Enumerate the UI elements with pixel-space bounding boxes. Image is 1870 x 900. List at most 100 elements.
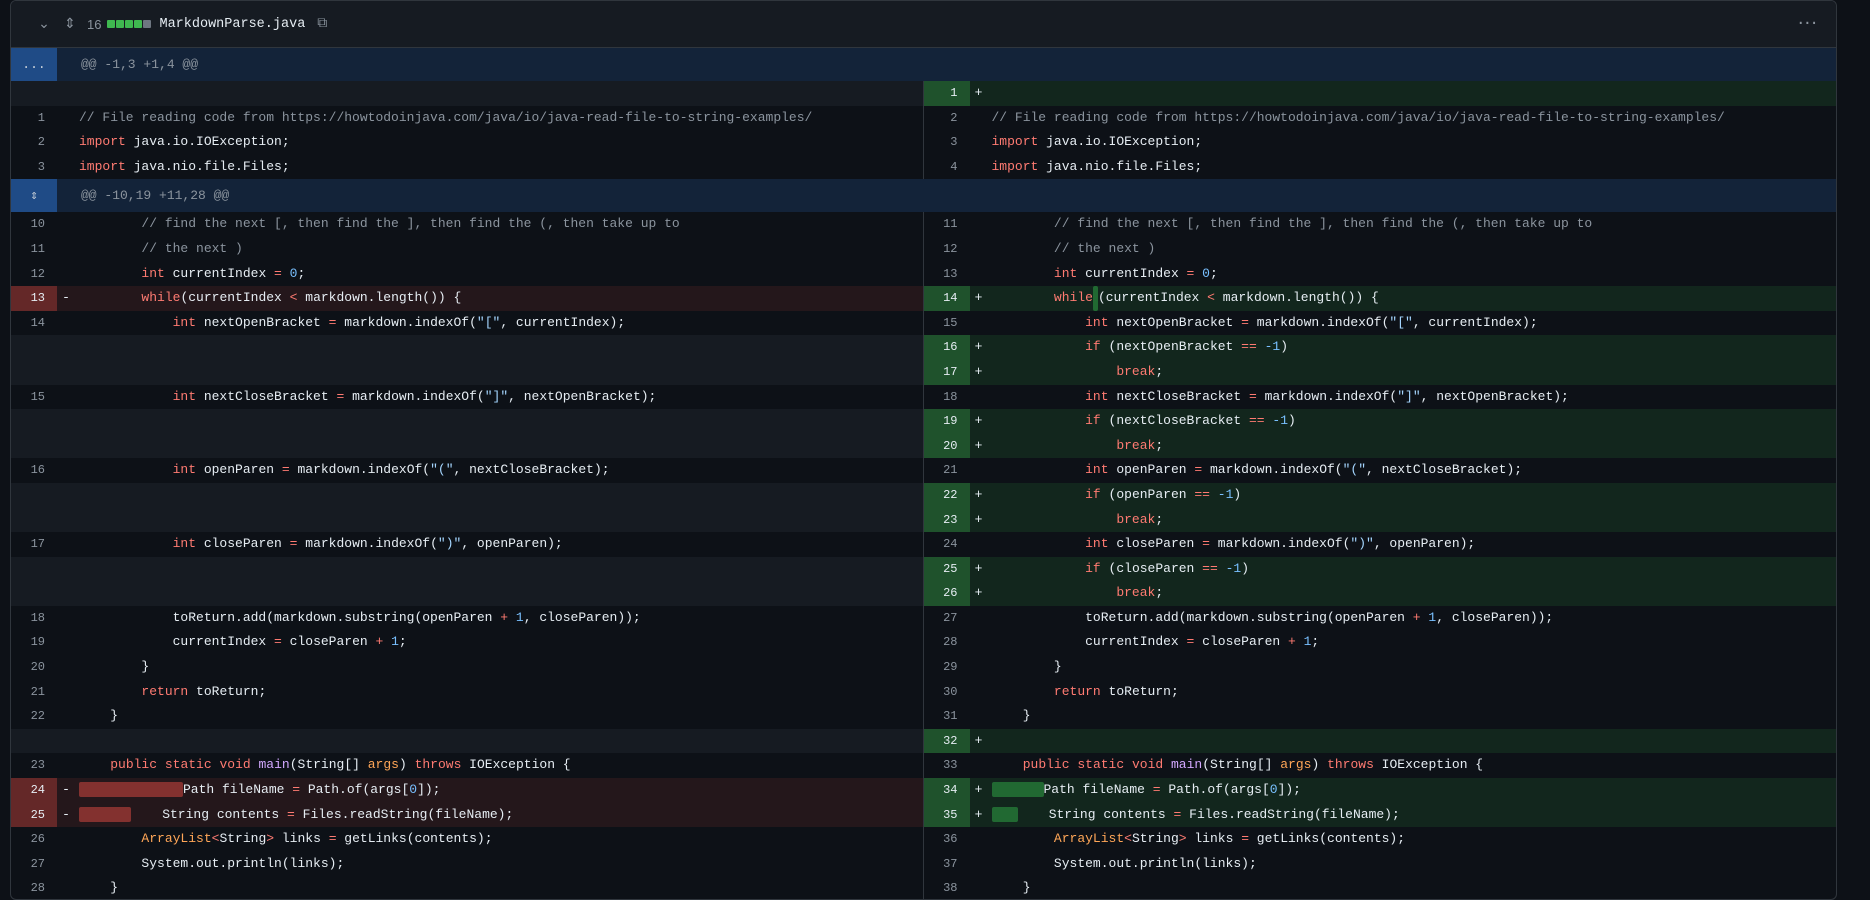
line-number[interactable]: 30 — [924, 680, 970, 705]
line-number[interactable]: 13 — [11, 286, 57, 311]
expand-all-icon[interactable]: ⇕ — [61, 16, 79, 32]
line-number[interactable]: 35 — [923, 802, 970, 828]
line-number[interactable]: 14 — [11, 311, 57, 336]
line-number[interactable]: 12 — [11, 262, 57, 287]
line-number[interactable]: 25 — [923, 556, 970, 582]
code-line: while (currentIndex < markdown.length())… — [988, 286, 1379, 311]
line-number[interactable]: 17 — [923, 359, 970, 385]
file-name[interactable]: MarkdownParse.java — [159, 17, 305, 32]
line-number[interactable]: 18 — [11, 606, 57, 631]
line-number[interactable]: 36 — [924, 827, 970, 852]
code-line: int nextOpenBracket = markdown.indexOf("… — [1085, 314, 1538, 330]
left-line: 26 ArrayList<String> links = getLinks(co… — [11, 827, 924, 852]
line-number[interactable]: 13 — [924, 262, 970, 287]
context-marker — [57, 876, 75, 899]
left-line: 11 // the next ) — [11, 236, 924, 262]
left-line: 16 int openParen = markdown.indexOf("(",… — [11, 458, 924, 483]
line-number[interactable]: 31 — [924, 704, 970, 729]
addition-marker: + — [974, 437, 983, 453]
left-line: 24- Path fileName = Path.of(args[0]); — [11, 778, 924, 803]
line-number[interactable]: 34 — [923, 778, 970, 803]
more-options-icon[interactable]: ··· — [1798, 13, 1818, 34]
diffstat-block — [134, 20, 143, 28]
line-number[interactable]: 1 — [11, 106, 57, 131]
line-number[interactable]: 26 — [11, 827, 57, 852]
line-number[interactable]: 3 — [11, 155, 57, 180]
line-number[interactable]: 10 — [11, 212, 57, 237]
line-number[interactable]: 17 — [11, 532, 57, 557]
left-line: 2 import java.io.IOException; — [11, 130, 924, 155]
line-number[interactable]: 21 — [924, 458, 970, 483]
line-number[interactable]: 27 — [11, 852, 57, 877]
line-number[interactable]: 23 — [11, 753, 57, 778]
code-line: // find the next [, then find the ], the… — [79, 216, 680, 232]
line-number[interactable]: 25 — [11, 802, 57, 828]
line-number[interactable]: 11 — [11, 237, 57, 262]
right-line: 26 + break; — [923, 581, 1836, 606]
line-number[interactable]: 15 — [924, 311, 970, 336]
line-number[interactable]: 27 — [924, 606, 970, 631]
line-number[interactable]: 1 — [923, 81, 970, 106]
deletion-marker: - — [62, 806, 70, 822]
line-number[interactable]: 16 — [923, 335, 970, 360]
code-line: break; — [1116, 511, 1164, 527]
line-number[interactable]: 26 — [923, 581, 970, 606]
collapse-chevron-icon[interactable]: ⌄ — [33, 16, 55, 32]
line-number[interactable]: 28 — [924, 630, 970, 655]
context-marker — [57, 532, 75, 557]
left-line: 19 currentIndex = closeParen + 1; — [11, 630, 924, 656]
right-line: 17 + break; — [923, 359, 1836, 385]
line-number[interactable]: 37 — [924, 852, 970, 877]
context-marker — [970, 212, 988, 237]
code-line: // the next ) — [79, 240, 243, 256]
line-number[interactable]: 4 — [924, 155, 970, 180]
line-number[interactable]: 20 — [923, 433, 970, 459]
context-marker — [57, 458, 75, 483]
line-number[interactable]: 16 — [11, 458, 57, 483]
left-line — [11, 433, 924, 459]
line-number[interactable]: 2 — [11, 130, 57, 155]
line-number[interactable]: 18 — [924, 385, 970, 410]
line-number[interactable]: 24 — [924, 532, 970, 557]
line-number[interactable]: 23 — [923, 507, 970, 533]
line-number[interactable]: 14 — [923, 286, 970, 311]
left-line: 15 int nextCloseBracket = markdown.index… — [11, 384, 924, 410]
line-number[interactable]: 22 — [11, 704, 57, 729]
line-number[interactable]: 3 — [924, 130, 970, 155]
code-line: String contents = Files.readString(fileN… — [75, 803, 513, 828]
line-number[interactable]: 33 — [924, 753, 970, 778]
line-number[interactable]: 15 — [11, 385, 57, 410]
line-number[interactable]: 22 — [923, 482, 970, 508]
context-marker — [57, 680, 75, 705]
right-line: 28 currentIndex = closeParen + 1; — [924, 630, 1837, 655]
diff-row: 22 + if (openParen == -1) — [11, 482, 1836, 508]
line-number[interactable]: 28 — [11, 876, 57, 899]
line-number[interactable]: 21 — [11, 680, 57, 705]
right-line: 21 int openParen = markdown.indexOf("(",… — [924, 458, 1837, 483]
line-number[interactable]: 11 — [924, 212, 970, 237]
diff-row: 25 + if (closeParen == -1) — [11, 556, 1836, 582]
line-number[interactable]: 19 — [923, 409, 970, 434]
context-marker — [970, 852, 988, 877]
line-number[interactable]: 24 — [11, 778, 57, 803]
copy-path-icon[interactable]: ⧉ — [317, 16, 327, 32]
line-number[interactable]: 32 — [923, 728, 970, 754]
right-line: 29 } — [924, 655, 1837, 680]
context-marker — [970, 155, 988, 180]
right-line: 33 public static void main(String[] args… — [924, 753, 1837, 778]
left-line: 14 int nextOpenBracket = markdown.indexO… — [11, 310, 924, 336]
expand-hunk-icon[interactable]: ⇕ — [11, 179, 57, 213]
context-marker — [57, 385, 75, 410]
left-line — [11, 482, 924, 508]
line-number[interactable]: 2 — [924, 106, 970, 131]
right-line: 12 // the next ) — [924, 237, 1837, 262]
code-line: ArrayList<String> links = getLinks(conte… — [141, 831, 493, 847]
line-number[interactable]: 19 — [11, 630, 57, 655]
line-number[interactable]: 38 — [924, 876, 970, 899]
left-line — [11, 409, 924, 434]
expand-hunk-button[interactable]: ... — [11, 48, 57, 81]
line-number[interactable]: 29 — [924, 655, 970, 680]
context-marker — [970, 262, 988, 287]
line-number[interactable]: 20 — [11, 655, 57, 680]
line-number[interactable]: 12 — [924, 237, 970, 262]
